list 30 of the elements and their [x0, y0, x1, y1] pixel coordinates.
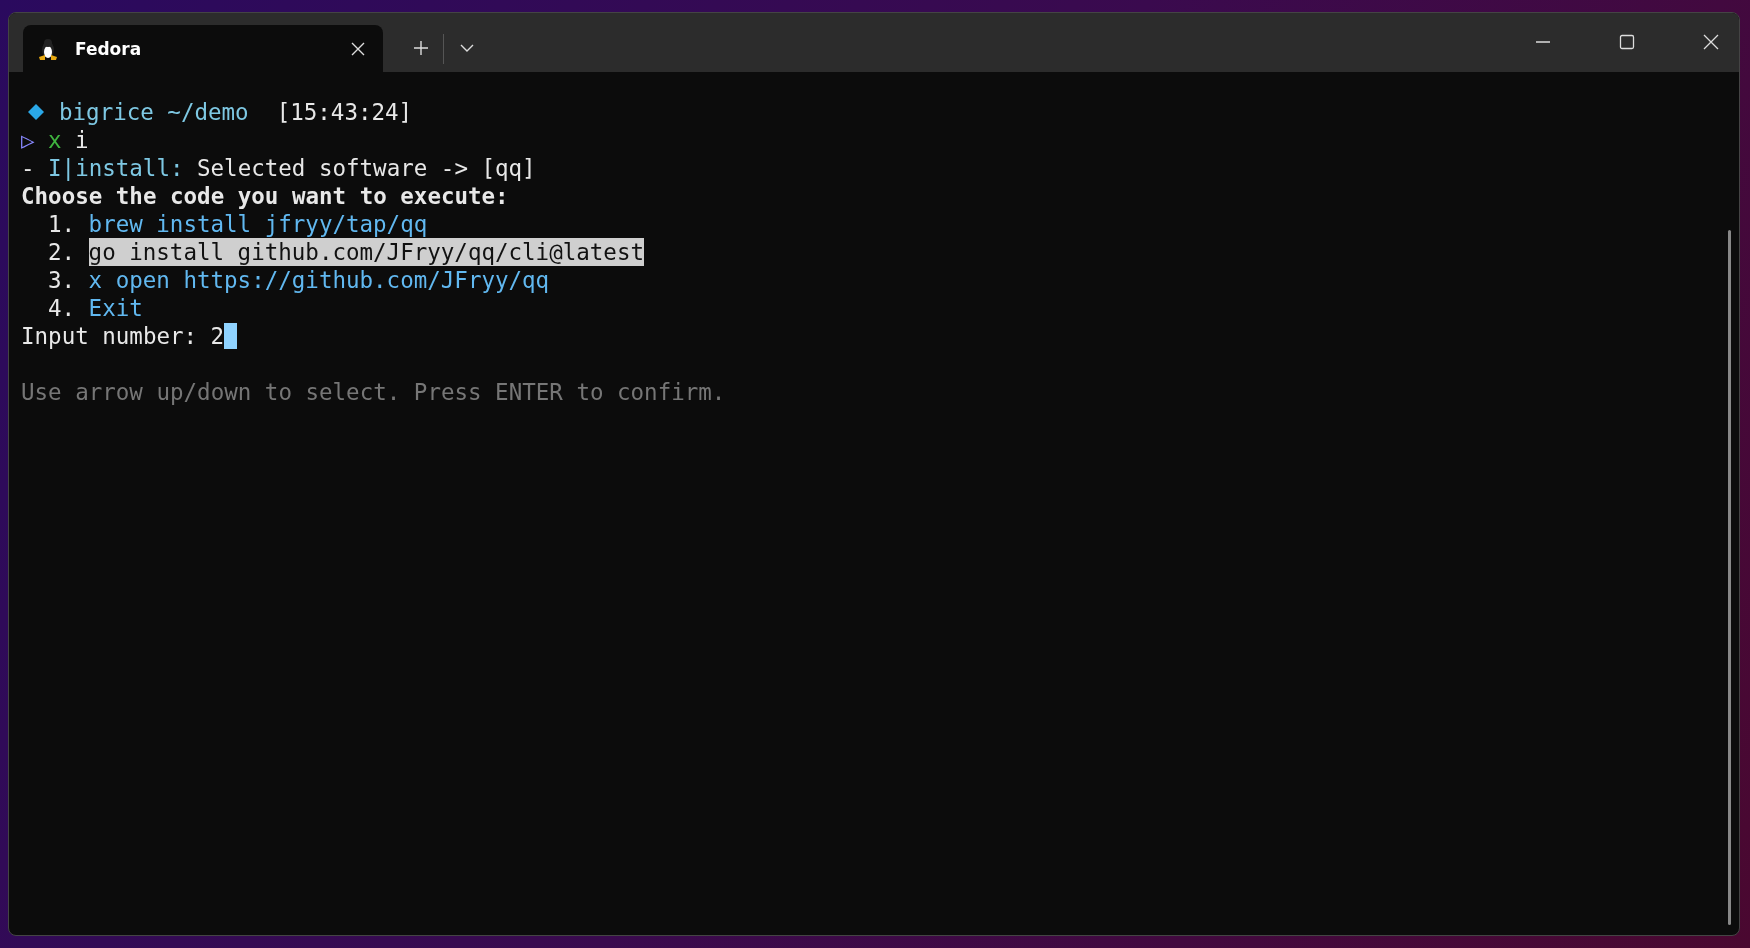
new-tab-icon[interactable] [413, 40, 429, 56]
text-cursor [224, 323, 238, 349]
penguin-icon [37, 36, 59, 61]
option-command[interactable]: Exit [88, 294, 143, 322]
close-tab-icon[interactable] [351, 41, 365, 56]
prompt-path: bigrice ~/demo [59, 98, 249, 126]
question-text: Choose the code you want to execute: [21, 182, 509, 210]
close-icon[interactable] [1703, 34, 1719, 50]
option-number: 2. [48, 238, 76, 266]
input-label: Input number: [21, 322, 198, 350]
option-command[interactable]: go install github.com/JFryy/qq/cli@latest [88, 238, 644, 266]
maximize-icon[interactable] [1619, 34, 1635, 50]
scrollbar[interactable] [1727, 230, 1731, 925]
dropdown-caret-icon[interactable] [460, 44, 474, 52]
option-command[interactable]: brew install jfryy/tap/qq [88, 210, 428, 238]
terminal-tab[interactable]: Fedora [23, 25, 383, 72]
option-command[interactable]: x open https://github.com/JFryy/qq [88, 266, 550, 294]
command-argument: i [75, 126, 89, 154]
diamond-icon [27, 103, 45, 121]
option-number: 1. [48, 210, 76, 238]
option-number: 4. [48, 294, 76, 322]
option-number: 3. [48, 266, 76, 294]
prompt-time: [15:43:24] [276, 98, 413, 126]
hint-text: Use arrow up/down to select. Press ENTER to confirm. [21, 378, 726, 406]
status-tag: I|install: [48, 154, 184, 182]
input-value: 2 [210, 322, 225, 350]
status-prefix: - [21, 154, 35, 182]
prompt-symbol: ▷ [21, 126, 35, 154]
status-message: Selected software -> [qq] [197, 154, 536, 182]
command-name: x [48, 126, 62, 154]
